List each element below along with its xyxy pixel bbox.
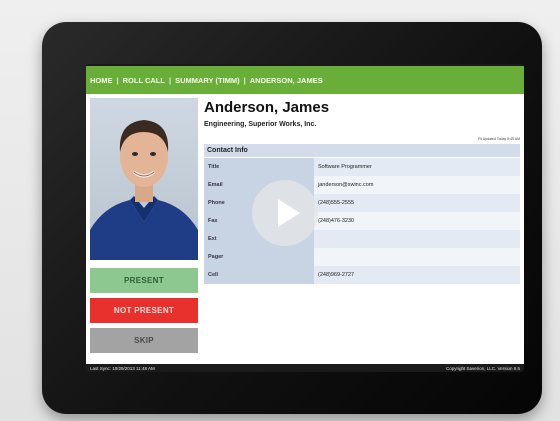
status-bar: Last Sync: 10/29/2013 11:48 AM Copyright…: [86, 364, 524, 372]
person-photo: [90, 98, 198, 260]
email-link[interactable]: janderson@swinc.com: [314, 176, 520, 194]
table-row: Title Software Programmer: [204, 158, 520, 176]
cell-phone-link[interactable]: (248)969-2727: [314, 266, 520, 284]
avatar: [90, 120, 198, 260]
contact-info-table: Title Software Programmer Email janderso…: [204, 158, 520, 284]
skip-button[interactable]: SKIP: [90, 328, 198, 353]
nav-separator: |: [116, 75, 119, 85]
row-value: Software Programmer: [314, 158, 520, 176]
row-label: Pager: [204, 248, 314, 266]
contact-info-header: Contact Info: [204, 144, 520, 157]
table-row: Ext: [204, 230, 520, 248]
table-row: Cell (248)969-2727: [204, 266, 520, 284]
row-label: Title: [204, 158, 314, 176]
last-updated: Rt Updated Today 8:45 AM: [478, 137, 520, 141]
nav-separator: |: [168, 75, 172, 85]
breadcrumb: HOME | ROLL CALL | SUMMARY (TIMM) | ANDE…: [86, 66, 524, 94]
nav-roll-call-link[interactable]: ROLL CALL: [123, 76, 165, 85]
nav-separator: |: [243, 75, 246, 85]
last-sync-text: Last Sync: 10/29/2013 11:48 AM: [90, 365, 155, 371]
present-button[interactable]: PRESENT: [90, 268, 198, 293]
table-row: Pager: [204, 248, 520, 266]
play-button[interactable]: [252, 180, 318, 246]
phone-link[interactable]: (248)555-2555: [314, 194, 520, 212]
company-name: Engineering, Superior Works, Inc.: [204, 121, 317, 128]
row-value: (248)476-3230: [314, 212, 520, 230]
table-row: Email janderson@swinc.com: [204, 176, 520, 194]
row-value: [314, 248, 520, 266]
row-label: Cell: [204, 266, 314, 284]
nav-person-link[interactable]: ANDERSON, JAMES: [250, 76, 323, 85]
not-present-button[interactable]: NOT PRESENT: [90, 298, 198, 323]
nav-home-link[interactable]: HOME: [90, 76, 113, 85]
nav-summary-link[interactable]: SUMMARY (TIMM): [175, 76, 240, 85]
row-value: [314, 230, 520, 248]
copyright-text: Copyright Saverion, LLC. Version 8.5: [445, 365, 520, 371]
person-name: Anderson, James: [204, 99, 330, 116]
play-icon: [278, 199, 300, 227]
